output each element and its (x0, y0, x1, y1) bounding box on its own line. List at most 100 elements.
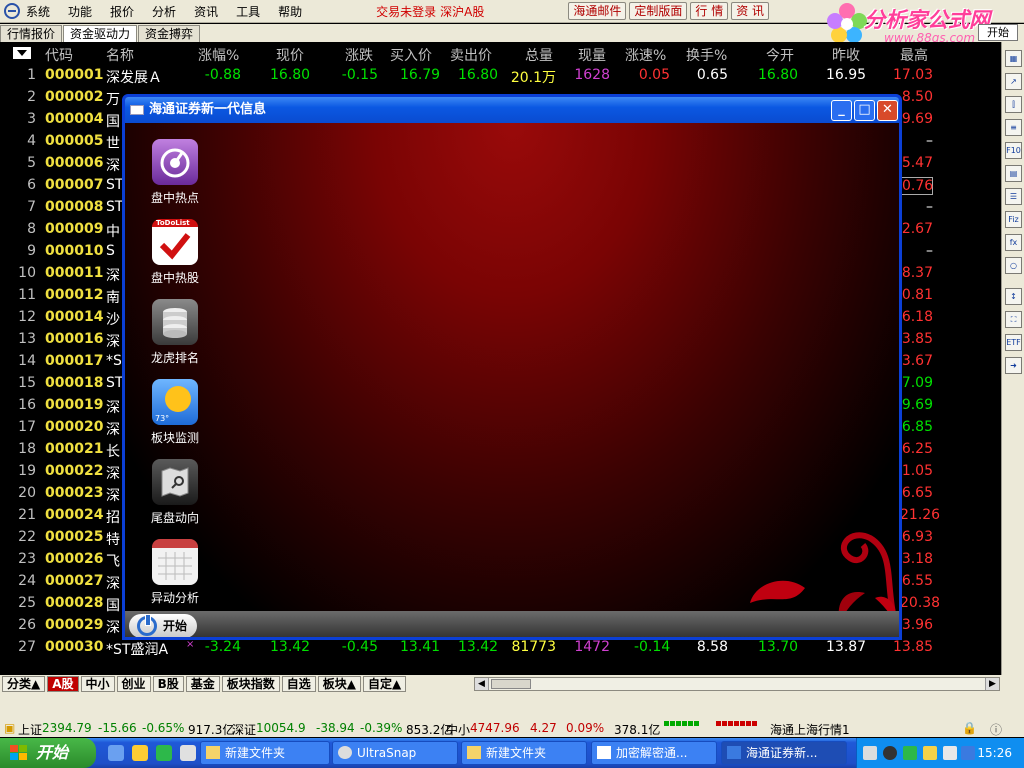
export-icon[interactable]: ➜ (1005, 357, 1022, 374)
menu-info[interactable]: 资讯 (194, 3, 218, 20)
col-prev-close[interactable]: 昨收 (832, 45, 860, 65)
tab-gem[interactable]: 创业 (116, 676, 151, 692)
scroll-thumb[interactable] (491, 679, 531, 689)
app-hotspots[interactable]: 盘中热点 (143, 139, 207, 206)
task-new-folder-1[interactable]: 新建文件夹 (200, 741, 330, 765)
layers-icon[interactable]: ▤ (1005, 165, 1022, 182)
table-row[interactable]: 1 000001 深发展Ａ -0.88 16.80 -0.15 16.79 16… (0, 64, 1000, 86)
horizontal-scrollbar[interactable]: ◀ ▶ (474, 677, 1000, 691)
info-icon[interactable]: ⓘ (990, 721, 1002, 738)
menu-quote[interactable]: 报价 (110, 3, 134, 20)
tray-app-icon[interactable] (903, 746, 917, 760)
menu-system[interactable]: 系统 (26, 3, 50, 20)
suspend-mark: × (186, 639, 195, 650)
high: 6.65 (901, 485, 933, 501)
tab-custom[interactable]: 自定▲ (363, 676, 407, 692)
stock-name: 深 (106, 400, 120, 416)
quicklaunch-browser-icon[interactable] (156, 745, 172, 761)
high: 3.67 (901, 353, 933, 369)
app-sector-monitor[interactable]: 73° 板块监测 (143, 379, 207, 446)
app-label: 盘中热股 (150, 271, 199, 285)
kline-icon[interactable]: ⫿ (1005, 96, 1022, 113)
col-bid[interactable]: 买入价 (390, 45, 432, 65)
minimize-button[interactable]: _ (831, 100, 852, 121)
tab-sector[interactable]: 板块▲ (317, 676, 361, 692)
menu-analysis[interactable]: 分析 (152, 3, 176, 20)
flower-logo-icon (827, 3, 867, 43)
etf-icon[interactable]: ETF (1005, 334, 1022, 351)
document-icon[interactable]: ≡ (1005, 119, 1022, 136)
tab-category[interactable]: 分类▲ (2, 676, 46, 692)
line-chart-icon[interactable]: ↗ (1005, 73, 1022, 90)
menu-tools[interactable]: 工具 (236, 3, 260, 20)
app-dragon-tiger[interactable]: 龙虎排名 (143, 299, 207, 366)
tab-watchlist[interactable]: 自选 (281, 676, 316, 692)
sort-icon[interactable]: ↕ (1005, 288, 1022, 305)
close-button[interactable]: ✕ (877, 100, 898, 121)
formula-icon[interactable]: fx (1005, 234, 1022, 251)
tray-app2-icon[interactable] (923, 746, 937, 760)
volume-icon[interactable] (961, 746, 975, 760)
menu-function[interactable]: 功能 (68, 3, 92, 20)
tab-a-shares[interactable]: A股 (47, 676, 79, 692)
tab-b-shares[interactable]: B股 (152, 676, 184, 692)
lock-icon[interactable]: 🔒 (962, 721, 977, 735)
scroll-left-icon[interactable]: ◀ (475, 678, 489, 690)
task-haitong[interactable]: 海通证券新... (721, 741, 847, 765)
tray-pen-icon[interactable] (943, 746, 957, 760)
maximize-button[interactable]: □ (854, 100, 875, 121)
col-cur-vol[interactable]: 现量 (578, 45, 606, 65)
tab-sector-index[interactable]: 板块指数 (221, 676, 280, 692)
quicklaunch-ie-icon[interactable] (108, 745, 124, 761)
task-new-folder-2[interactable]: 新建文件夹 (461, 741, 587, 765)
turnover: 0.65 (696, 67, 728, 83)
app-hot-stocks[interactable]: ToDoList 盘中热股 (143, 219, 207, 286)
app-closing-trend[interactable]: 尾盘动向 (143, 459, 207, 526)
quicklaunch-qq-icon[interactable] (132, 745, 148, 761)
quicklaunch-more-icon[interactable] (180, 745, 196, 761)
mail-button[interactable]: 海通邮件 (568, 2, 627, 20)
col-change[interactable]: 涨跌 (345, 45, 373, 65)
fullscreen-icon[interactable]: ⛶ (1005, 311, 1022, 328)
task-crypto[interactable]: 加密解密通... (591, 741, 717, 765)
sort-dropdown-icon[interactable] (13, 47, 31, 59)
col-change-pct[interactable]: 涨幅% (198, 45, 239, 65)
tab-sme[interactable]: 中小 (80, 676, 115, 692)
col-volume[interactable]: 总量 (525, 45, 553, 65)
panda-icon[interactable] (883, 746, 897, 760)
col-speed[interactable]: 涨速% (625, 45, 666, 65)
prev-close: 13.87 (826, 639, 867, 655)
keyboard-icon[interactable] (863, 746, 877, 760)
col-code[interactable]: 代码 (45, 45, 73, 65)
list-icon[interactable]: ☰ (1005, 188, 1022, 205)
menu-help[interactable]: 帮助 (278, 3, 302, 20)
task-label: 新建文件夹 (225, 746, 286, 760)
col-ask[interactable]: 卖出价 (450, 45, 492, 65)
row-index: 16 (18, 397, 36, 413)
index-icon[interactable]: ▣ (4, 721, 15, 735)
custom-layout-button[interactable]: 定制版面 (629, 2, 688, 20)
table-view-icon[interactable]: ▦ (1005, 50, 1022, 67)
dialog-start-button[interactable]: 开始 (129, 614, 197, 637)
col-price[interactable]: 现价 (276, 45, 304, 65)
dialog-titlebar[interactable]: 海通证券新一代信息 _ □ ✕ (125, 97, 899, 123)
start-button[interactable]: 开始 (0, 738, 96, 768)
news-button[interactable]: 资 讯 (731, 2, 770, 20)
tab-fund[interactable]: 基金 (185, 676, 220, 692)
col-turnover[interactable]: 换手% (686, 45, 727, 65)
tab-quotes[interactable]: 行情报价 (0, 25, 63, 42)
tab-fund-drive[interactable]: 资金驱动力 (63, 25, 138, 42)
f10-icon[interactable]: F10 (1005, 142, 1022, 159)
fiz-icon[interactable]: Fiz (1005, 211, 1022, 228)
stock-code: 000012 (45, 287, 104, 303)
col-name[interactable]: 名称 (106, 45, 134, 65)
scroll-right-icon[interactable]: ▶ (985, 678, 999, 690)
top-start-button[interactable]: 开始 (978, 24, 1018, 41)
task-ultrasnap[interactable]: UltraSnap (332, 741, 458, 765)
tab-fund-game[interactable]: 资金搏弈 (138, 25, 201, 42)
search-icon[interactable]: ○ (1005, 257, 1022, 274)
col-open[interactable]: 今开 (766, 45, 794, 65)
quotes-button[interactable]: 行 情 (690, 2, 729, 20)
app-anomaly-analysis[interactable]: 异动分析 (143, 539, 207, 606)
col-high[interactable]: 最高 (900, 45, 928, 65)
